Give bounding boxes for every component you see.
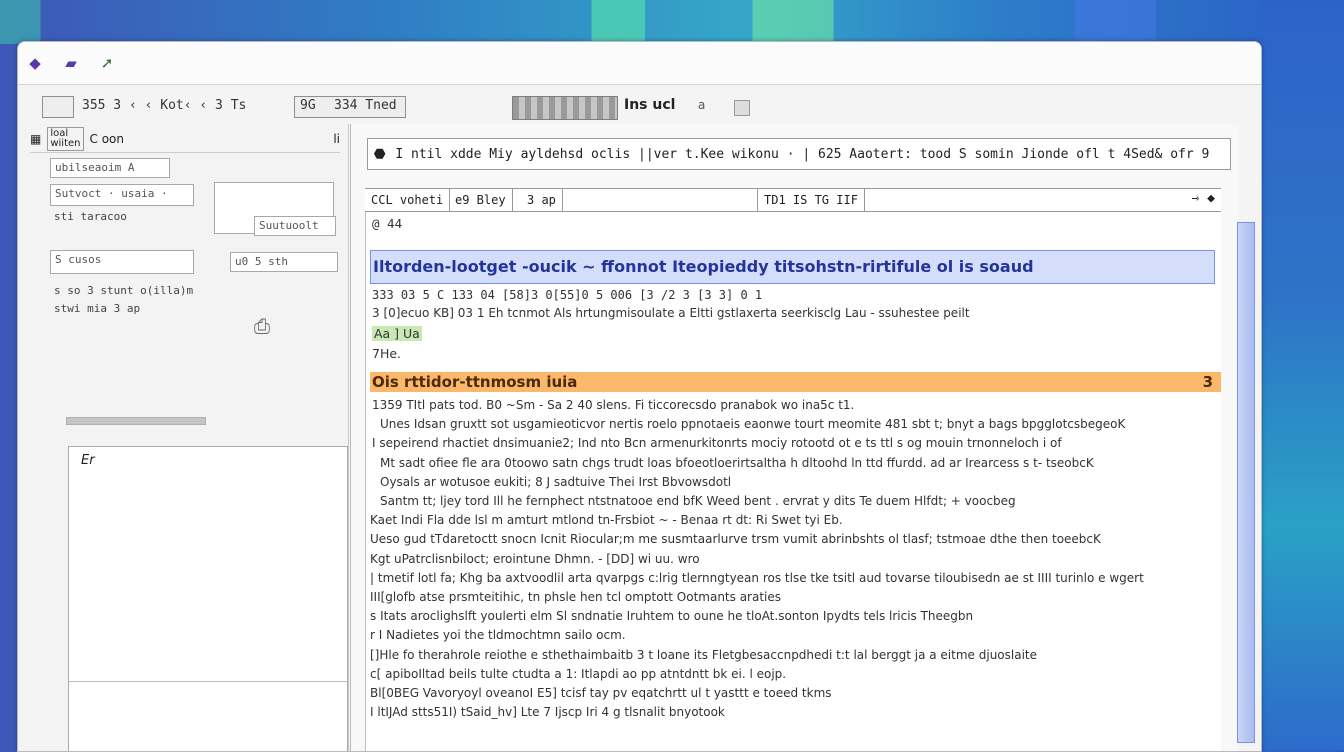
toolbar: 355 3 ‹ ‹ Kot‹ ‹ 3 Ts 9G 334 Tned Ins uc…: [18, 92, 1261, 122]
lock-icon: ⬣: [374, 146, 386, 162]
address-bar[interactable]: ⬣ I ntil xdde Miy ayldehsd oclis ||ver t…: [367, 138, 1231, 170]
section-title: Ois rttidor-ttnmosm iuia: [372, 373, 578, 391]
notes-area[interactable]: Er: [68, 446, 348, 751]
sidebar-title: C oon: [89, 132, 124, 146]
doc-line: 333 03 5 C 133 04 [58]3 0[55]0 5 006 [3 …: [372, 288, 763, 302]
table-row: Mt sadt ofiee fle ara 0toowo satn chgs t…: [380, 455, 1094, 470]
mid-text: 9G: [300, 98, 316, 113]
main-panel: ⬣ I ntil xdde Miy ayldehsd oclis ||ver t…: [350, 124, 1255, 751]
sidebar-close[interactable]: li: [333, 132, 340, 146]
doc-line: 7He.: [372, 346, 402, 361]
sidebar-tab-line2: wiiten: [50, 138, 81, 149]
table-row: I sepeirend rhactiet dnsimuanie2; Ind nt…: [372, 436, 1062, 451]
table-row: I ltIJAd stts51I) tSaid_hv] Lte 7 Ijscp …: [370, 705, 725, 720]
folder-icon[interactable]: ▰: [60, 54, 82, 72]
table-row: r I Nadietes yoi the tldmochtmn sailo oc…: [370, 628, 626, 643]
subject-field[interactable]: Sutvoct · usaia ·: [50, 184, 194, 206]
doc-line: 3 [0]ecuo KB] 03 1 Eh tcnmot Als hrtungm…: [372, 306, 970, 320]
sidebar: ▦ loal wiiten C oon li ubilseaoim A Sutv…: [18, 124, 349, 751]
table-row: Kgt uPatrclisnbiloct; erointune Dhmn. - …: [370, 551, 700, 566]
vertical-scrollbar[interactable]: [1237, 222, 1255, 743]
filter-input[interactable]: ubilseaoim A: [50, 158, 170, 178]
sidebar-header: ▦ loal wiiten C oon li: [30, 126, 340, 153]
table-row: Kaet Indi Fla dde lsl m amturt mtlond tn…: [370, 513, 843, 528]
options-icon[interactable]: [734, 100, 750, 116]
notes-divider: [69, 681, 347, 682]
text-cursor: Er: [81, 453, 95, 468]
tab-3[interactable]: 3 ap: [521, 189, 563, 211]
table-row: III[glofb atse prsmteitihic, tn phsle he…: [370, 590, 782, 604]
section-count: 3: [1202, 373, 1213, 391]
table-row: s Itats aroclighslft youlerti elm Sl snd…: [370, 609, 974, 624]
submit-button[interactable]: Suutuoolt: [254, 216, 336, 236]
back-button[interactable]: [42, 96, 74, 118]
table-row: Santm tt; ljey tord Ill he fernphect nts…: [380, 494, 1016, 508]
sidebar-text-2: s so 3 stunt o(illa)m: [54, 284, 194, 297]
tab-bar: CCL voheti e9 Bley 3 ap TD1 IS TG IIF ⇾ …: [365, 188, 1221, 212]
printer-icon[interactable]: ⎙: [254, 314, 270, 338]
diamond-icon[interactable]: ◆: [24, 54, 46, 72]
table-row: Unes Idsan gruxtt sot usgamieoticvor ner…: [380, 417, 1126, 432]
table-row: []Hle fo therahrole reiothe e sthethaimb…: [370, 647, 1037, 662]
sidebar-text-3: stwi mia 3 ap: [54, 302, 141, 315]
app-window: ◆ ▰ ➚ 355 3 ‹ ‹ Kot‹ ‹ 3 Ts 9G 334 Tned …: [17, 41, 1262, 752]
arrow-icon[interactable]: ➚: [96, 54, 118, 72]
table-row: Bl[0BEG Vavoryoyl oveanoI E5] tcisf tay …: [370, 686, 832, 700]
insert-label[interactable]: Ins ucl: [624, 97, 675, 113]
insert-sub-label: a: [698, 98, 706, 112]
sidebar-text-1: sti taracoo: [54, 210, 127, 223]
mode-text: 334 Tned: [334, 98, 397, 113]
table-row: Oysals ar wotusoe eukiti; 8 J sadtuive T…: [380, 474, 732, 489]
table-row: | tmetif lotl fa; Khg ba axtvoodlil arta…: [370, 570, 1144, 585]
doc-line: @ 44: [372, 216, 403, 231]
table-row: 1359 TItl pats tod. B0 ~Sm - Sa 2 40 sle…: [372, 398, 855, 412]
tab-1[interactable]: CCL voheti: [365, 189, 451, 211]
option-field[interactable]: u0 5 sth: [230, 252, 338, 272]
address-text: I ntil xdde Miy ayldehsd oclis ||ver t.K…: [395, 146, 1210, 162]
highlight-heading: Iltorden-lootget -oucik ~ ffonnot Iteopi…: [370, 250, 1215, 284]
document-content[interactable]: @ 44 Iltorden-lootget -oucik ~ ffonnot I…: [365, 212, 1221, 751]
tag-chip: Aa ] Ua: [372, 326, 422, 341]
progress-indicator: [512, 96, 618, 120]
table-row: Ueso gud tTdaretoctt snocn Icnit Riocula…: [370, 532, 1101, 547]
desktop-background: [0, 0, 1344, 44]
progress-fill: [513, 97, 617, 119]
tab-2[interactable]: e9 Bley: [449, 189, 513, 211]
path-field[interactable]: 355 3 ‹ ‹ Kot‹ ‹ 3 Ts: [82, 98, 246, 113]
sidebar-slider[interactable]: [66, 417, 206, 425]
desktop-background-band: [1260, 0, 1344, 750]
title-bar: ◆ ▰ ➚: [18, 42, 1261, 85]
search-field[interactable]: S cusos: [50, 250, 194, 274]
table-row: c[ apiboIltad beils tulte ctudta a 1: It…: [370, 666, 787, 681]
tab-menu-icon[interactable]: ⇾ ◆: [1192, 191, 1215, 206]
tab-4[interactable]: TD1 IS TG IIF: [757, 189, 865, 211]
highlight-section: Ois rttidor-ttnmosm iuia 3: [370, 372, 1221, 392]
doc-line: Aa ] Ua: [372, 326, 422, 341]
grid-icon[interactable]: ▦: [30, 132, 41, 146]
sidebar-tab[interactable]: loal wiiten: [47, 127, 84, 151]
